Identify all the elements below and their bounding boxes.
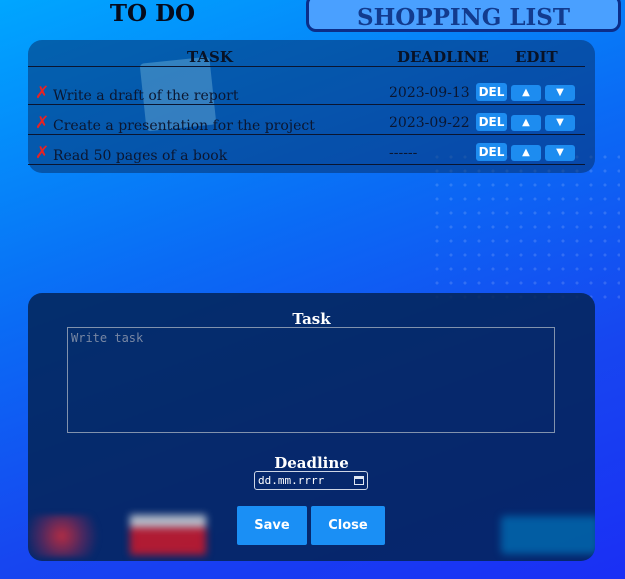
column-header-task: TASK — [187, 48, 233, 66]
task-text: Read 50 pages of a book — [53, 148, 228, 164]
delete-button[interactable]: DEL — [476, 83, 507, 101]
deadline-date-input[interactable]: dd.mm.rrrr — [254, 471, 368, 490]
blurred-background-image — [130, 515, 206, 555]
move-up-button[interactable]: ▲ — [511, 115, 541, 131]
move-down-button[interactable]: ▼ — [545, 85, 575, 101]
task-input[interactable] — [67, 327, 555, 433]
task-deadline: 2023-09-13 — [389, 85, 470, 101]
table-row: ✗ Read 50 pages of a book ------ DEL ▲ ▼ — [28, 135, 585, 165]
calendar-icon[interactable] — [354, 476, 364, 485]
table-row: ✗ Create a presentation for the project … — [28, 105, 585, 135]
tab-shopping-list[interactable]: SHOPPING LIST — [306, 0, 621, 32]
table-row: ✗ Write a draft of the report 2023-09-13… — [28, 75, 585, 105]
task-text: Create a presentation for the project — [53, 118, 315, 134]
column-header-deadline: DEADLINE — [397, 48, 489, 66]
row-divider — [28, 164, 585, 165]
delete-button[interactable]: DEL — [476, 113, 507, 131]
task-field-label: Task — [292, 310, 331, 328]
task-text: Write a draft of the report — [53, 88, 239, 104]
date-format-text: dd.mm.rrrr — [258, 474, 325, 487]
deadline-field-label: Deadline — [274, 454, 349, 472]
save-button[interactable]: Save — [237, 506, 307, 545]
header-divider — [28, 66, 585, 67]
move-up-button[interactable]: ▲ — [511, 85, 541, 101]
delete-mark-icon[interactable]: ✗ — [35, 143, 49, 163]
add-task-form: Task Deadline dd.mm.rrrr Save Close — [28, 293, 595, 561]
move-down-button[interactable]: ▼ — [545, 115, 575, 131]
task-deadline: 2023-09-22 — [389, 115, 470, 131]
task-deadline: ------ — [389, 145, 418, 161]
blurred-background-image — [28, 515, 103, 557]
move-down-button[interactable]: ▼ — [545, 145, 575, 161]
delete-mark-icon[interactable]: ✗ — [35, 113, 49, 133]
close-button[interactable]: Close — [311, 506, 385, 545]
delete-mark-icon[interactable]: ✗ — [35, 83, 49, 103]
blurred-background-image — [501, 516, 595, 554]
delete-button[interactable]: DEL — [476, 143, 507, 161]
tab-todo[interactable]: TO DO — [0, 0, 305, 28]
todo-list-panel: TASK DEADLINE EDIT ✗ Write a draft of th… — [28, 40, 595, 173]
column-header-edit: EDIT — [515, 48, 558, 66]
move-up-button[interactable]: ▲ — [511, 145, 541, 161]
